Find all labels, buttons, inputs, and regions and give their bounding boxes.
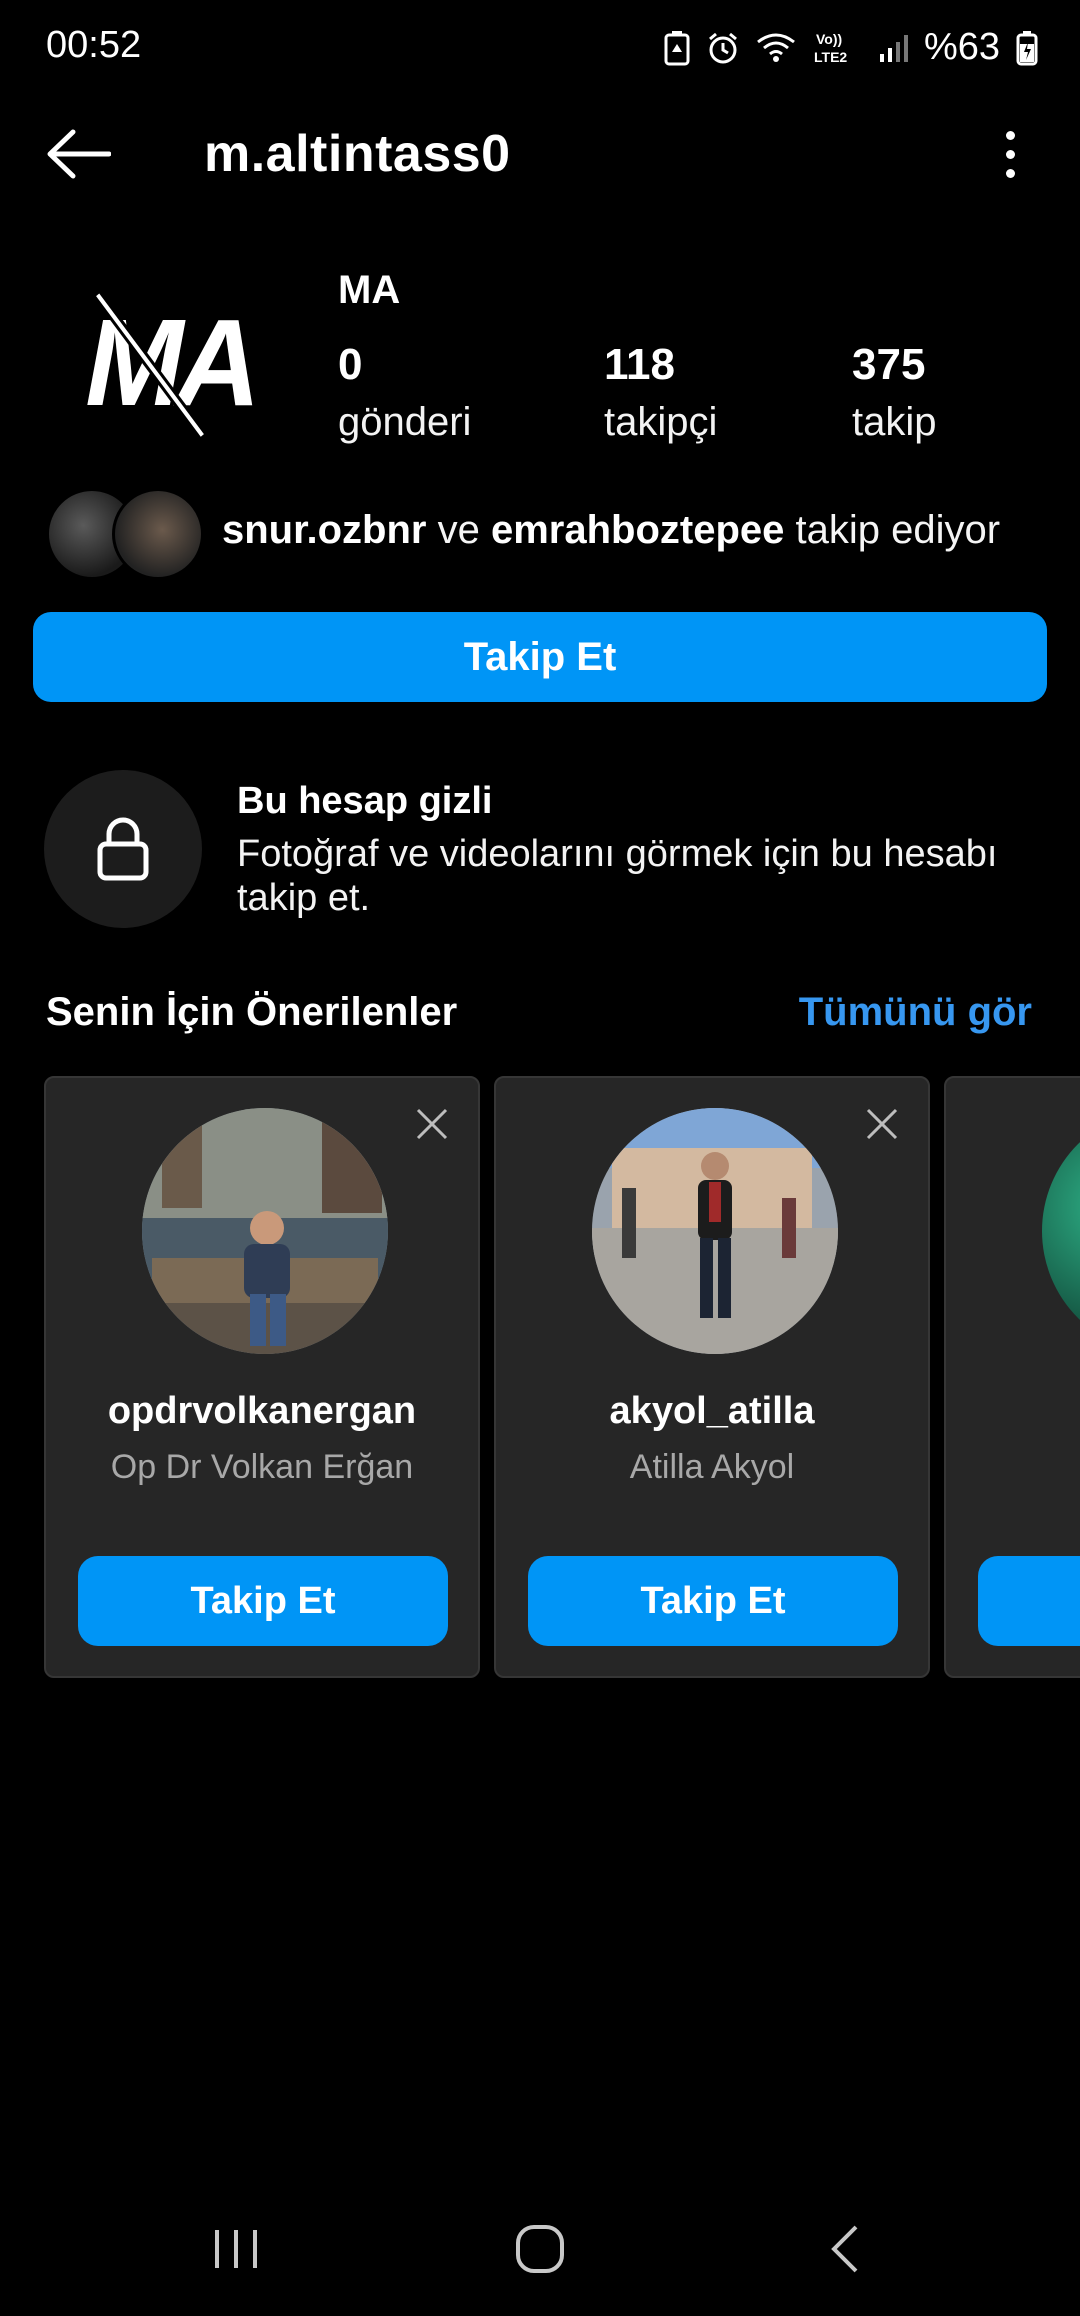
more-dot [1005,130,1015,140]
stat-followers-label: takipçi [604,400,718,444]
back-button[interactable] [40,122,116,186]
private-title: Bu hesap gizli [237,780,493,822]
close-icon [416,1108,448,1140]
suggestion-card[interactable]: opdrvolkanergan Op Dr Volkan Erğan Takip… [44,1076,480,1678]
follow-button[interactable]: Takip Et [33,612,1047,702]
suggestion-avatar[interactable] [1042,1108,1080,1354]
battery-saver-icon [664,30,690,65]
arrow-left-icon [47,129,111,179]
stat-posts-label: gönderi [338,400,472,444]
profile-logo: MA [85,292,261,437]
wifi-icon [757,33,795,62]
stat-followers[interactable]: 118 takipçi [604,340,717,445]
profile-username-title: m.altintass0 [204,125,511,183]
lock-badge [44,770,202,928]
avatar-photo [592,1108,838,1354]
suggestion-card-partial-clip: ka [944,1076,1080,1678]
suggestion-follow-button[interactable] [978,1556,1080,1646]
suggestion-follow-button[interactable]: Takip Et [528,1556,898,1646]
avatar-photo [142,1108,388,1354]
mutual-avatars[interactable] [46,488,204,580]
profile-display-name: MA [338,268,401,312]
mutual-avatar-2 [112,488,204,580]
status-icons: Vo)) LTE2 %63 [664,26,1038,69]
suggestion-avatar[interactable] [142,1108,388,1354]
mutual-user-2[interactable]: emrahboztepee [491,508,784,552]
mutual-suffix: takip ediyor [795,508,1001,552]
battery-icon [1016,30,1038,65]
dismiss-button[interactable] [408,1100,456,1148]
suggestion-card[interactable]: akyol_atilla Atilla Akyol Takip Et [494,1076,930,1678]
suggestion-follow-button[interactable]: Takip Et [78,1556,448,1646]
alarm-icon [708,32,737,63]
stat-following[interactable]: 375 takip [852,340,937,445]
lock-icon [97,817,149,881]
recent-apps-button[interactable] [176,2214,296,2284]
status-time: 00:52 [46,24,142,66]
battery-percent: %63 [923,26,1000,68]
svg-text:Vo)): Vo)) [816,31,842,47]
stat-posts: 0 gönderi [338,340,471,445]
close-icon [866,1108,898,1140]
suggestion-username[interactable]: ka [946,1390,1080,1433]
mutual-followers-text[interactable]: snur.ozbnr ve emrahboztepee takip ediyor [222,508,1000,553]
suggestion-username[interactable]: opdrvolkanergan [46,1390,478,1433]
mutual-conj: ve [437,508,480,552]
svg-text:LTE2: LTE2 [814,49,847,65]
suggestion-card[interactable]: ka [944,1076,1080,1678]
stat-followers-value: 118 [604,340,675,389]
more-options-button[interactable] [980,122,1040,186]
more-dot [1005,168,1015,178]
profile-avatar[interactable]: MA [44,238,294,488]
suggestion-avatar[interactable] [592,1108,838,1354]
home-button[interactable] [480,2214,600,2284]
stat-posts-value: 0 [338,340,363,389]
suggestion-fullname: Op Dr Volkan Erğan [110,1448,414,1486]
suggestion-fullname: Atilla Akyol [629,1448,795,1486]
suggestion-username[interactable]: akyol_atilla [496,1390,928,1433]
stat-following-value: 375 [852,340,926,389]
back-nav-button[interactable] [784,2214,904,2284]
mutual-user-1[interactable]: snur.ozbnr [222,508,426,552]
signal-icon [879,34,908,62]
dismiss-button[interactable] [858,1100,906,1148]
home-icon [516,2225,564,2273]
chevron-left-icon [831,2225,858,2273]
stat-following-label: takip [852,400,937,444]
lte-icon: Vo)) LTE2 [814,31,847,65]
recent-apps-icon [215,2230,257,2268]
more-dot [1005,149,1015,159]
suggestions-title: Senin İçin Önerilenler [46,990,458,1034]
see-all-link[interactable]: Tümünü gör [799,990,1032,1035]
private-description: Fotoğraf ve videolarını görmek için bu h… [237,833,998,919]
